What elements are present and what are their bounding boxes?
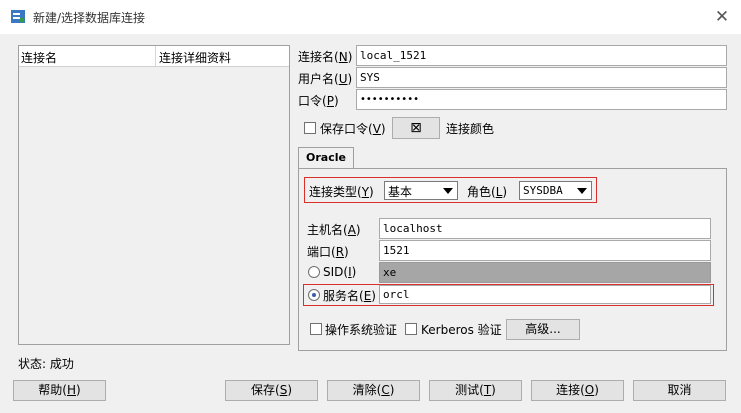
save-password-checkbox[interactable] bbox=[304, 122, 316, 134]
role-label: 角色(L) bbox=[467, 185, 508, 199]
database-app-icon bbox=[11, 10, 25, 23]
connect-button[interactable]: 连接(O) bbox=[531, 380, 624, 401]
password-label: 口令(P) bbox=[298, 94, 339, 108]
kerberos-auth-label: Kerberos 验证 bbox=[421, 323, 502, 337]
hostname-label: 主机名(A) bbox=[307, 223, 361, 237]
role-select[interactable]: SYSDBA bbox=[519, 181, 592, 200]
port-input[interactable]: 1521 bbox=[379, 240, 711, 261]
os-auth-label: 操作系统验证 bbox=[325, 323, 398, 337]
user-name-input[interactable]: SYS bbox=[356, 67, 727, 88]
hostname-input[interactable]: localhost bbox=[379, 218, 711, 239]
connection-color-label: 连接颜色 bbox=[446, 122, 495, 136]
help-button[interactable]: 帮助(H) bbox=[13, 380, 106, 401]
column-divider[interactable] bbox=[155, 46, 156, 66]
service-name-label: 服务名(E) bbox=[323, 289, 376, 303]
connection-list[interactable]: 连接名 连接详细资料 bbox=[18, 45, 290, 345]
service-name-input[interactable]: orcl bbox=[379, 285, 711, 304]
password-input[interactable]: •••••••••• bbox=[356, 89, 727, 110]
advanced-button[interactable]: 高级... bbox=[506, 319, 580, 340]
conn-type-select[interactable]: 基本 bbox=[384, 181, 458, 200]
sid-radio[interactable] bbox=[308, 266, 320, 278]
port-label: 端口(R) bbox=[307, 245, 349, 259]
kerberos-auth-checkbox[interactable] bbox=[405, 323, 417, 335]
close-icon[interactable]: ✕ bbox=[711, 6, 733, 28]
column-header-details[interactable]: 连接详细资料 bbox=[159, 49, 231, 66]
conn-name-label: 连接名(N) bbox=[298, 50, 353, 64]
title-bar: 新建/选择数据库连接 ✕ bbox=[0, 0, 741, 34]
os-auth-checkbox[interactable] bbox=[310, 323, 322, 335]
window-title: 新建/选择数据库连接 bbox=[33, 11, 146, 25]
conn-type-label: 连接类型(Y) bbox=[309, 185, 374, 199]
save-button[interactable]: 保存(S) bbox=[225, 380, 318, 401]
radio-selected-dot bbox=[312, 293, 316, 297]
sid-input[interactable]: xe bbox=[379, 262, 711, 283]
chevron-down-icon bbox=[443, 188, 453, 194]
color-picker-icon: ⊠ bbox=[410, 120, 422, 136]
test-button[interactable]: 测试(T) bbox=[429, 380, 522, 401]
chevron-down-icon bbox=[577, 188, 587, 194]
conn-name-input[interactable]: local_1521 bbox=[356, 45, 727, 66]
cancel-button[interactable]: 取消 bbox=[633, 380, 726, 401]
conn-type-value: 基本 bbox=[388, 185, 413, 199]
column-header-name[interactable]: 连接名 bbox=[21, 49, 57, 66]
user-name-label: 用户名(U) bbox=[298, 72, 353, 86]
clear-button[interactable]: 清除(C) bbox=[327, 380, 420, 401]
list-header: 连接名 连接详细资料 bbox=[19, 46, 289, 67]
sid-label: SID(I) bbox=[323, 265, 357, 279]
connection-color-button[interactable]: ⊠ bbox=[392, 117, 440, 139]
status-text: 状态: 成功 bbox=[18, 357, 74, 371]
tab-oracle[interactable]: Oracle bbox=[298, 147, 354, 169]
service-name-radio[interactable] bbox=[308, 289, 320, 301]
save-password-label: 保存口令(V) bbox=[320, 122, 386, 136]
role-value: SYSDBA bbox=[523, 184, 563, 197]
